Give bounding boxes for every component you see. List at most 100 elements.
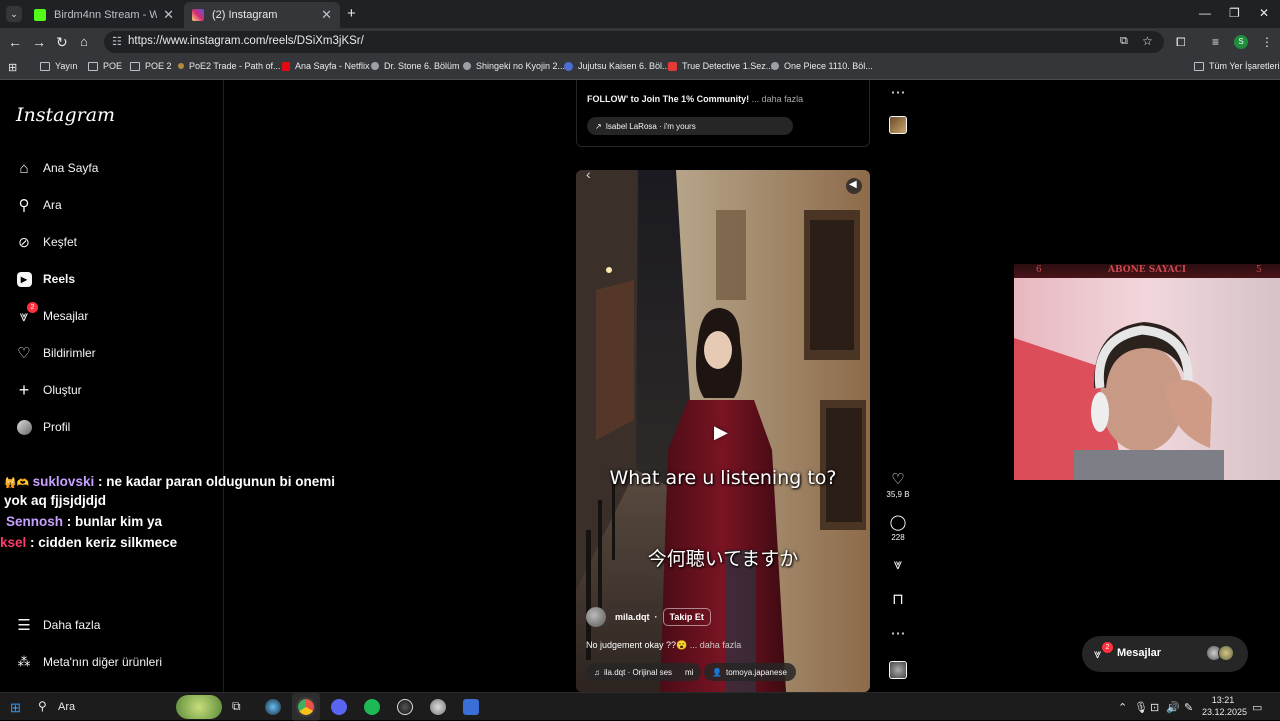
calculator-icon[interactable] [463, 699, 479, 715]
tagged-user-pill[interactable]: 👤 tomoya.japanese [704, 663, 796, 681]
new-tab-button[interactable]: + [347, 5, 356, 22]
clock-date[interactable]: 23.12.2025 [1202, 707, 1247, 717]
microphone-icon[interactable]: 🎙 [1134, 701, 1148, 714]
more-link[interactable]: ... daha fazla [690, 640, 742, 650]
nav-more[interactable]: ☰ Daha fazla [16, 617, 100, 634]
steam-icon[interactable] [265, 699, 281, 715]
nav-profile[interactable]: Profil [16, 419, 70, 435]
volume-icon[interactable]: 🔊 [1166, 701, 1180, 714]
windows-start-icon[interactable]: ⊞ [10, 700, 21, 716]
audio-pill[interactable]: ↗ Isabel LaRosa · i'm yours [587, 117, 793, 135]
media-control-icon[interactable]: ≡ [1212, 35, 1219, 49]
mute-toggle-button[interactable]: ◀ [846, 178, 862, 194]
more-link[interactable]: ... daha fazla [752, 94, 804, 104]
author-avatar[interactable] [586, 607, 606, 627]
bookmark-link[interactable]: One Piece 1110. Böl... [771, 61, 873, 71]
heart-icon: ♡ [17, 345, 31, 362]
all-bookmarks-folder[interactable]: Tüm Yer İşaretleri [1194, 61, 1280, 71]
tab-kick-stream[interactable]: Birdm4nn Stream - Watch Live ✕ [26, 2, 182, 28]
speaker-icon: ◀ [849, 179, 857, 190]
taskbar-search-label[interactable]: Ara [58, 701, 75, 713]
bookmark-link[interactable]: Dr. Stone 6. Bölüm [371, 61, 460, 71]
bookmark-link[interactable]: Shingeki no Kyojin 2... [463, 61, 565, 71]
nav-explore[interactable]: ⊘ Keşfet [16, 234, 77, 250]
like-button[interactable]: ♡ 35,9 B [886, 471, 910, 500]
back-chevron-icon[interactable]: ‹ [586, 170, 591, 182]
messages-widget[interactable]: ⩔ 2 Mesajlar [1082, 636, 1248, 672]
bookmark-link[interactable]: Ana Sayfa - Netflix [282, 61, 370, 71]
bookmark-link[interactable]: True Detective 1.Sez... [668, 61, 773, 71]
reload-icon[interactable]: ↻ [56, 34, 68, 50]
chat-text: yok aq fjjsjdjdjd [4, 493, 107, 508]
tab-instagram[interactable]: (2) Instagram ✕ [184, 2, 340, 28]
heart-icon: ♡ [891, 471, 905, 488]
close-icon[interactable]: ✕ [163, 7, 174, 23]
close-icon[interactable]: ✕ [321, 7, 332, 23]
home-button-icon[interactable]: ⌂ [80, 34, 88, 50]
nav-label: Meta'nın diğer ürünleri [43, 655, 163, 669]
comment-bubble-icon: ◯ [889, 514, 907, 531]
show-hidden-icons[interactable]: ⌃ [1118, 701, 1127, 714]
extensions-icon[interactable]: ⧠ [1176, 35, 1186, 50]
nav-create[interactable]: + Oluştur [16, 379, 82, 400]
audio-thumbnail[interactable] [889, 116, 907, 134]
author-username[interactable]: mila.dqt [615, 612, 650, 622]
nav-search[interactable]: ⚲ Ara [16, 197, 62, 214]
nav-label: Oluştur [43, 383, 82, 397]
minimize-icon[interactable]: — [1199, 6, 1211, 20]
apps-grid-icon[interactable]: ⊞ [8, 61, 17, 74]
nav-notifications[interactable]: ♡ Bildirimler [16, 345, 95, 362]
nav-reels[interactable]: ▶ Reels [16, 271, 75, 287]
address-bar[interactable]: ☷ https://www.instagram.com/reels/DSiXm3… [104, 31, 1164, 53]
clock-time[interactable]: 13:21 [1206, 695, 1240, 705]
play-button[interactable]: ▶ [714, 422, 734, 442]
discord-icon[interactable] [331, 699, 347, 715]
site-info-icon[interactable]: ☷ [112, 35, 122, 48]
audio-extra-label: mi [685, 668, 694, 677]
audio-pill[interactable]: ♫ ila.dqt · Orijinal ses [586, 663, 701, 681]
spotify-icon[interactable] [364, 699, 380, 715]
instagram-logo[interactable]: Instagram [16, 104, 115, 126]
bookmark-star-icon[interactable]: ☆ [1142, 34, 1153, 48]
back-icon[interactable]: ← [8, 34, 22, 50]
bookmark-link[interactable]: Jujutsu Kaisen 6. Böl... [564, 61, 670, 71]
install-app-icon[interactable]: ⧉ [1120, 35, 1128, 48]
share-button[interactable]: ⩔ [886, 557, 910, 573]
network-icon[interactable]: ⊡ [1150, 701, 1159, 714]
widgets-thumbnail[interactable] [176, 695, 222, 719]
menu-kebab-icon[interactable]: ⋮ [1261, 35, 1273, 49]
obs-icon[interactable] [397, 699, 413, 715]
reel-video[interactable]: ‹ ◀ ▶ What are u listening to? 今何聴いてますか … [576, 170, 870, 692]
more-options-button[interactable]: ⋯ [886, 626, 910, 642]
forward-icon[interactable]: → [32, 34, 46, 50]
window-close-icon[interactable]: ✕ [1259, 6, 1269, 20]
save-button[interactable]: ⊓ [886, 592, 910, 608]
restore-icon[interactable]: ❐ [1229, 6, 1240, 20]
nav-messages[interactable]: ⩔ 2 Mesajlar [16, 302, 88, 325]
bookmark-folder[interactable]: POE [88, 61, 122, 71]
reel-caption: FOLLOW' to Join The 1% Community! ... da… [587, 94, 803, 104]
audio-thumbnail[interactable] [889, 661, 907, 679]
bookmark-folder[interactable]: POE 2 [130, 61, 172, 71]
nav-meta-products[interactable]: ⁂ Meta'nın diğer ürünleri [16, 654, 163, 670]
bookmark-link[interactable]: PoE2 Trade - Path of... [178, 61, 281, 71]
follow-button[interactable]: Takip Et [662, 608, 711, 626]
comment-button[interactable]: ◯ 228 [886, 514, 910, 543]
task-view-icon[interactable]: ⧉ [232, 699, 248, 715]
plus-icon: + [18, 379, 30, 400]
messages-label: Mesajlar [1117, 647, 1162, 659]
notifications-icon[interactable]: ▭ [1252, 701, 1262, 714]
url-text: https://www.instagram.com/reels/DSiXm3jK… [128, 35, 364, 47]
app-icon[interactable] [430, 699, 446, 715]
bookmark-folder[interactable]: Yayın [40, 61, 77, 71]
nav-home[interactable]: ⌂ Ana Sayfa [16, 160, 98, 177]
profile-avatar[interactable]: S [1234, 35, 1248, 49]
active-app-indicator [292, 693, 320, 721]
tab-search-button[interactable]: ⌄ [6, 6, 22, 22]
audio-label: Isabel LaRosa · i'm yours [605, 121, 696, 131]
pen-icon[interactable]: ✎ [1184, 701, 1193, 714]
search-icon[interactable]: ⚲ [38, 699, 47, 713]
chat-text: : ne kadar paran oldugunun bi onemi [97, 474, 335, 489]
more-options-button[interactable]: ⋯ [886, 84, 910, 102]
counter-right: 5 [1256, 265, 1262, 275]
